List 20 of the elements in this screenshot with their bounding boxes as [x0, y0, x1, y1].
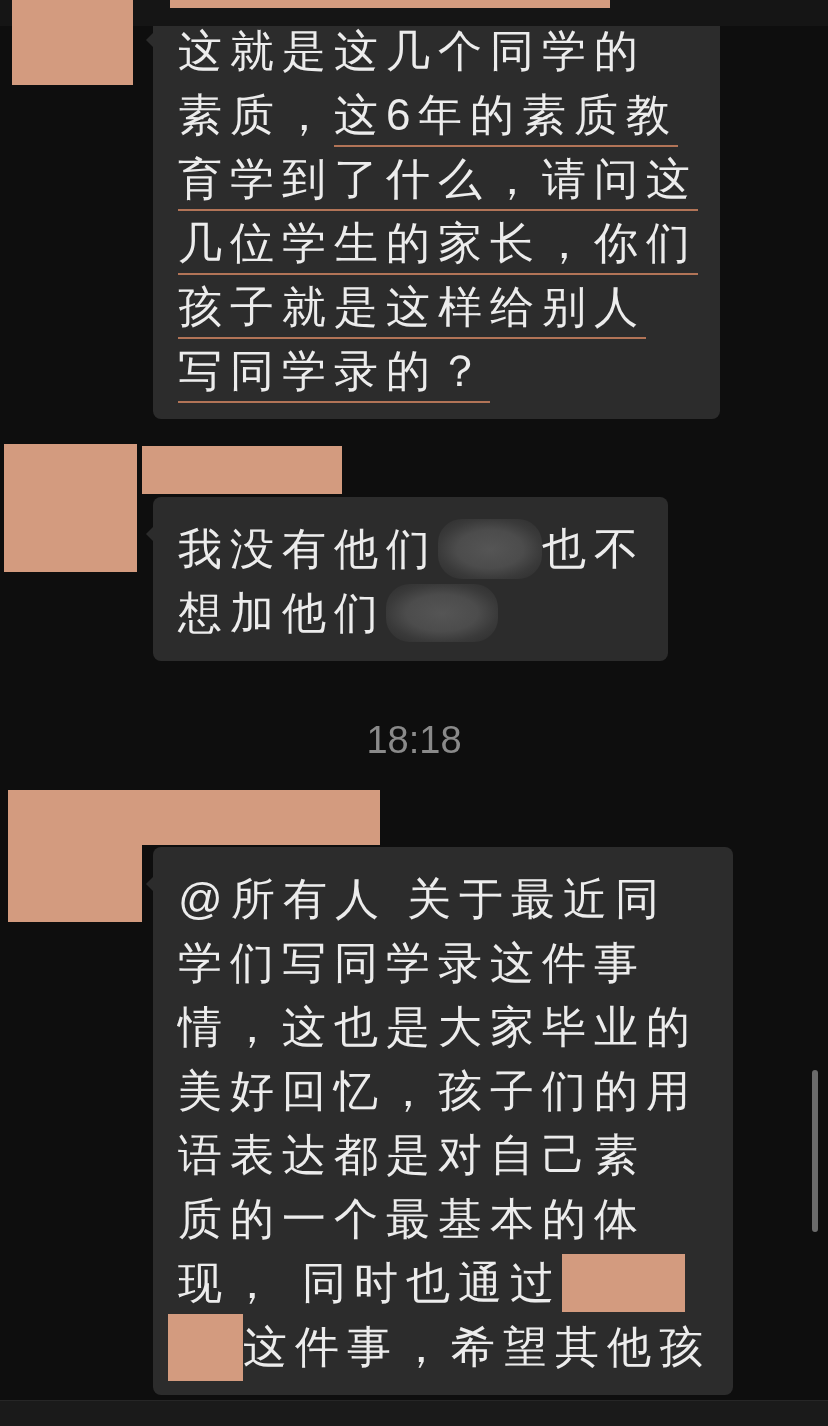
message-text: 质的一个最基本的体 — [178, 1193, 646, 1245]
message-text: 这6年的素质教 — [334, 85, 679, 147]
scrollbar-thumb[interactable] — [812, 1070, 818, 1232]
timestamp: 18:18 — [366, 720, 462, 760]
message-text: 几位学生的家长，你们 — [178, 213, 698, 275]
message-text: 美好回忆，孩子们的用 — [178, 1065, 698, 1117]
message-text: @所有人 关于最近同 — [178, 873, 667, 925]
message-text: 写同学录的？ — [178, 341, 490, 403]
message-text: 学们写同学录这件事 — [178, 937, 646, 989]
message-text: 素质， — [178, 89, 334, 141]
message-text: 孩子就是这样给别人 — [178, 277, 646, 339]
message-text: 育学到了什么，请问这 — [178, 149, 698, 211]
message-text: 现， 同时也通过 — [178, 1257, 563, 1309]
message-text: 情，这也是大家毕业的 — [178, 1001, 698, 1053]
message-text: 想加他们 — [178, 587, 386, 639]
message-text: 也不 — [542, 523, 646, 575]
message-text: 语表达都是对自己素 — [178, 1129, 646, 1181]
message-text: 这件事，希望其他孩 — [243, 1321, 711, 1373]
message-text: 这就是这几个同学的 — [178, 25, 646, 77]
message-text: 我没有他们 — [178, 523, 438, 575]
